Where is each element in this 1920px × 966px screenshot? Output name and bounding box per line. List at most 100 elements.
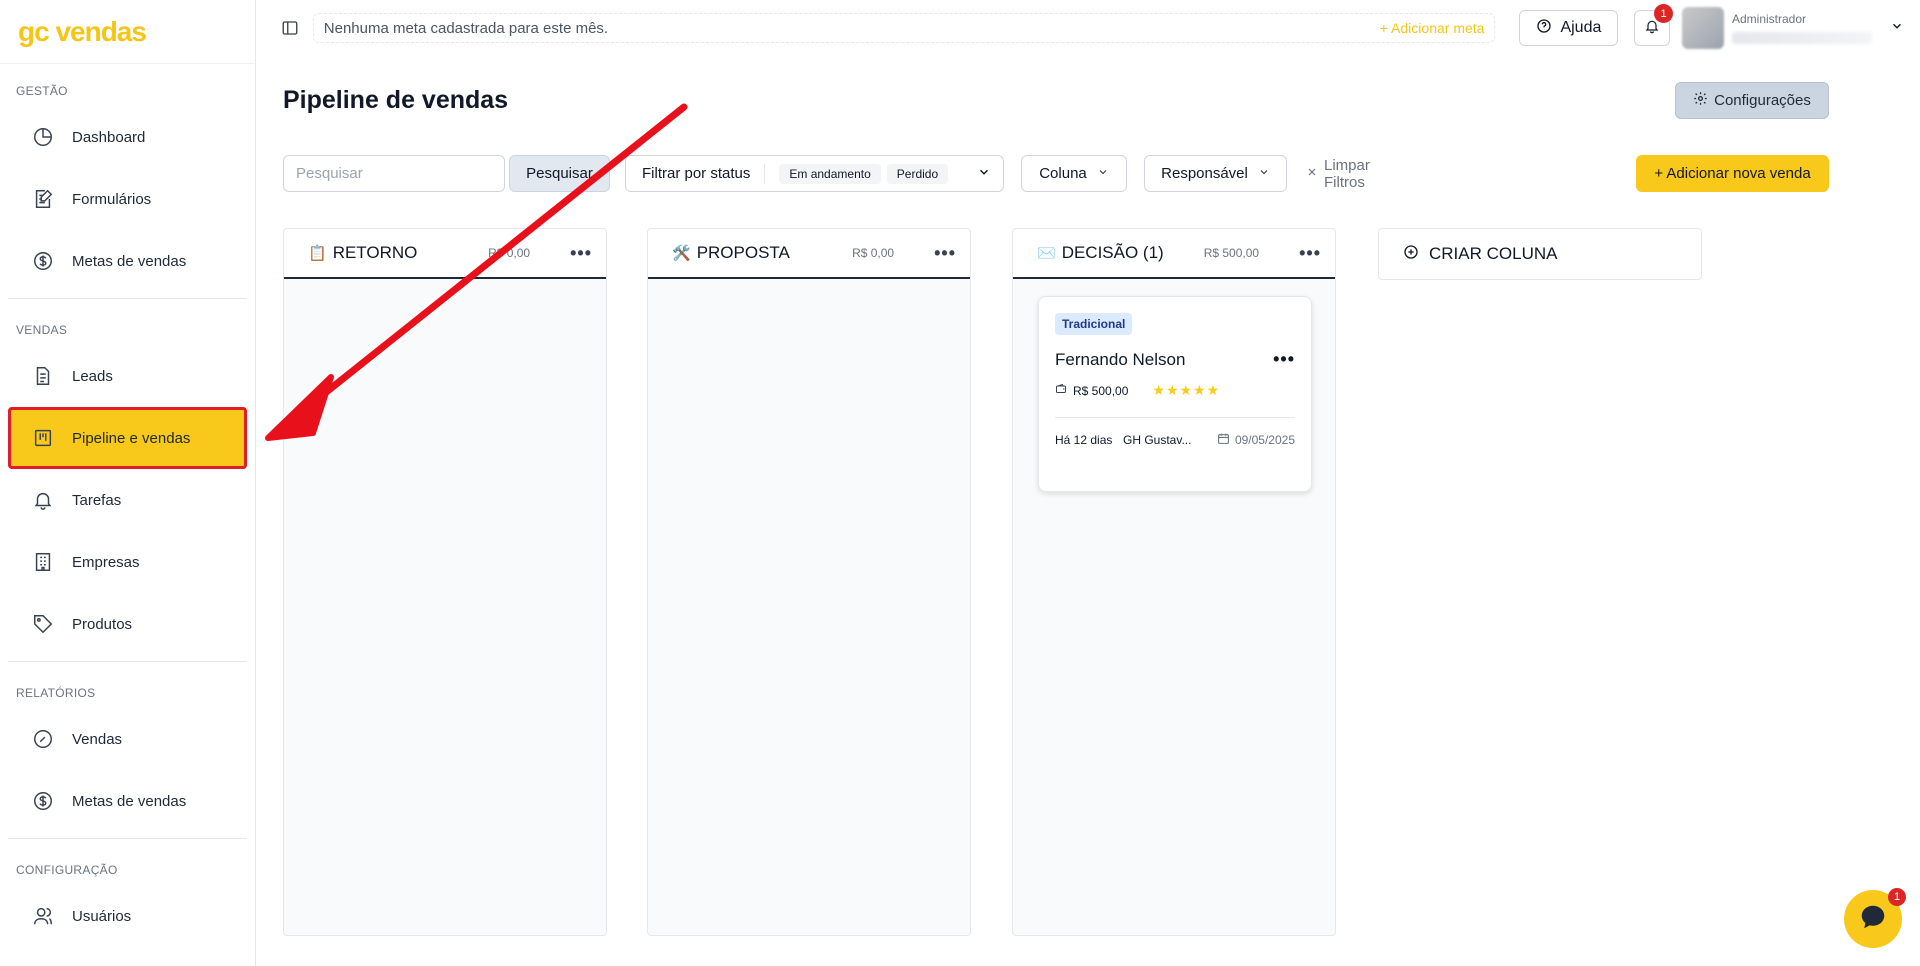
- column-header: 📋 RETORNO R$ 0,00 •••: [284, 229, 606, 279]
- sidebar-item-label: Produtos: [72, 615, 133, 633]
- sidebar: gc vendas GESTÃO Dashboard Formulários M…: [0, 0, 256, 966]
- sidebar-item-empresas[interactable]: Empresas: [8, 531, 247, 593]
- bell-icon: [30, 487, 56, 513]
- chevron-down-icon: [1258, 165, 1270, 182]
- clipboard-icon: 📋: [308, 245, 327, 262]
- form-edit-icon: [30, 186, 56, 212]
- status-filter-dropdown[interactable]: Filtrar por status Em andamento Perdido: [625, 155, 1004, 192]
- settings-button[interactable]: Configurações: [1675, 82, 1829, 119]
- help-button[interactable]: Ajuda: [1519, 10, 1619, 46]
- settings-label: Configurações: [1714, 92, 1811, 109]
- divider: [8, 661, 247, 662]
- plus-circle-icon: [1403, 244, 1419, 265]
- sidebar-item-label: Leads: [72, 367, 113, 385]
- column-total: R$ 500,00: [1203, 246, 1260, 260]
- user-name-redacted: [1732, 32, 1872, 44]
- responsible-filter-dropdown[interactable]: Responsável: [1144, 155, 1287, 192]
- envelope-icon: ✉️: [1037, 245, 1056, 262]
- sidebar-item-relatorio-vendas[interactable]: Vendas: [8, 708, 247, 770]
- create-column-button[interactable]: CRIAR COLUNA: [1378, 228, 1702, 280]
- search-input[interactable]: [283, 155, 505, 192]
- sidebar-item-label: Tarefas: [72, 491, 122, 509]
- sidebar-item-label: Formulários: [72, 190, 152, 208]
- dollar-circle-icon: [30, 248, 56, 274]
- avatar: [1682, 7, 1724, 49]
- gear-icon: [1693, 91, 1708, 110]
- chevron-down-icon: [977, 165, 991, 183]
- divider: [764, 163, 766, 184]
- chat-unread-badge: 1: [1888, 888, 1906, 906]
- add-sale-button[interactable]: + Adicionar nova venda: [1636, 155, 1829, 192]
- pipeline-column-proposta: 🛠️ PROPOSTA R$ 0,00 •••: [647, 228, 971, 936]
- kanban-icon: [30, 425, 56, 451]
- column-header: 🛠️ PROPOSTA R$ 0,00 •••: [648, 229, 970, 279]
- sidebar-item-leads[interactable]: Leads: [8, 345, 247, 407]
- pie-chart-icon: [30, 124, 56, 150]
- help-label: Ajuda: [1560, 19, 1602, 36]
- app-logo[interactable]: gc vendas: [0, 0, 255, 64]
- chat-bubble-icon: [1858, 902, 1888, 937]
- sidebar-item-label: Metas de vendas: [72, 792, 187, 810]
- sidebar-item-formularios[interactable]: Formulários: [8, 168, 247, 230]
- deal-card[interactable]: Tradicional Fernando Nelson ••• R$ 500,0…: [1038, 296, 1312, 492]
- sidebar-item-tarefas[interactable]: Tarefas: [8, 469, 247, 531]
- column-title: RETORNO: [332, 243, 418, 262]
- sidebar-item-label: Pipeline e vendas: [72, 429, 191, 447]
- add-goal-link[interactable]: + Adicionar meta: [1380, 20, 1485, 36]
- sidebar-item-metas[interactable]: Metas de vendas: [8, 230, 247, 292]
- deal-type-badge: Tradicional: [1055, 313, 1133, 335]
- status-filter-label: Filtrar por status: [642, 165, 751, 182]
- close-icon: [1306, 165, 1318, 182]
- calendar-icon: [1217, 432, 1230, 448]
- help-circle-icon: [1536, 18, 1552, 39]
- notifications-button[interactable]: 1: [1634, 4, 1673, 46]
- search-button[interactable]: Pesquisar: [509, 155, 610, 192]
- goal-banner-text: Nenhuma meta cadastrada para este mês.: [323, 19, 609, 37]
- column-header: ✉️ DECISÃO (1) R$ 500,00 •••: [1013, 229, 1335, 279]
- deal-date-value: 09/05/2025: [1234, 433, 1295, 447]
- pipeline-column-retorno: 📋 RETORNO R$ 0,00 •••: [283, 228, 607, 936]
- more-options-icon[interactable]: •••: [570, 243, 592, 264]
- more-options-icon[interactable]: •••: [1299, 243, 1321, 264]
- more-options-icon[interactable]: •••: [1273, 349, 1295, 370]
- topbar: Nenhuma meta cadastrada para este mês. +…: [257, 0, 1920, 56]
- notification-count-badge: 1: [1654, 4, 1673, 23]
- tools-icon: 🛠️: [672, 245, 691, 262]
- dollar-circle-icon: [30, 788, 56, 814]
- user-menu[interactable]: Administrador: [1682, 7, 1904, 49]
- sidebar-toggle-icon[interactable]: [279, 17, 301, 39]
- users-icon: [30, 903, 56, 929]
- deal-contact-name: Fernando Nelson: [1055, 349, 1186, 369]
- wallet-icon: [1055, 383, 1067, 398]
- more-options-icon[interactable]: •••: [934, 243, 956, 264]
- section-title-vendas: VENDAS: [16, 323, 68, 337]
- sidebar-item-usuarios[interactable]: Usuários: [8, 885, 247, 947]
- rating-stars: ★★★★★: [1152, 382, 1221, 398]
- divider: [8, 838, 247, 839]
- chat-widget-button[interactable]: 1: [1844, 888, 1906, 948]
- sidebar-item-dashboard[interactable]: Dashboard: [8, 106, 247, 168]
- deal-date: 09/05/2025: [1217, 432, 1295, 448]
- deal-value: R$ 500,00: [1073, 383, 1129, 398]
- divider: [1055, 417, 1295, 418]
- sidebar-item-label: Metas de vendas: [72, 252, 187, 270]
- chevron-down-icon[interactable]: [1890, 19, 1904, 38]
- status-chip-perdido: Perdido: [886, 163, 949, 184]
- gauge-icon: [30, 726, 56, 752]
- column-filter-dropdown[interactable]: Coluna: [1021, 155, 1127, 192]
- clear-filters-button[interactable]: Limpar Filtros: [1306, 155, 1370, 192]
- section-title-configuracao: CONFIGURAÇÃO: [16, 863, 118, 877]
- section-title-gestao: GESTÃO: [16, 84, 68, 98]
- sidebar-item-pipeline[interactable]: Pipeline e vendas: [8, 407, 247, 469]
- column-total: R$ 0,00: [488, 246, 531, 260]
- sidebar-item-produtos[interactable]: Produtos: [8, 593, 247, 655]
- deal-value-row: R$ 500,00 ★★★★★: [1055, 382, 1295, 399]
- column-title: DECISÃO (1): [1061, 243, 1164, 262]
- chevron-down-icon: [1097, 165, 1109, 182]
- divider: [8, 298, 247, 299]
- page-title: Pipeline de vendas: [283, 86, 509, 114]
- create-column-label: CRIAR COLUNA: [1429, 244, 1558, 263]
- sidebar-item-relatorio-metas[interactable]: Metas de vendas: [8, 770, 247, 832]
- section-title-relatorios: RELATÓRIOS: [16, 686, 96, 700]
- sidebar-item-label: Usuários: [72, 907, 132, 925]
